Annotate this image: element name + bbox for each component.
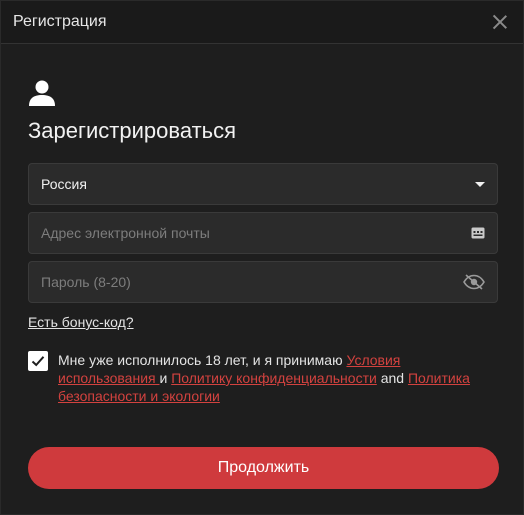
email-field-wrapper	[28, 212, 498, 254]
terms-text-part: and	[376, 370, 408, 386]
modal-header: Регистрация	[1, 1, 523, 44]
bonus-code-link[interactable]: Есть бонус-код?	[28, 314, 134, 330]
eye-off-icon[interactable]	[463, 274, 485, 290]
page-title: Зарегистрироваться	[28, 118, 237, 143]
check-icon	[31, 356, 45, 367]
close-icon[interactable]	[491, 13, 509, 31]
header-title: Регистрация	[13, 13, 107, 30]
password-field-wrapper	[28, 261, 498, 303]
keyboard-icon[interactable]	[471, 227, 485, 239]
terms-text-part: Мне уже исполнилось 18 лет, и я принимаю	[58, 352, 347, 368]
terms-text: Мне уже исполнилось 18 лет, и я принимаю…	[58, 351, 498, 405]
country-value: Россия	[41, 176, 87, 192]
terms-checkbox[interactable]	[28, 351, 48, 371]
privacy-policy-link[interactable]: Политику конфиденциальности	[171, 370, 377, 386]
registration-modal: Регистрация Зарегистрироваться Россия Ес…	[0, 0, 524, 515]
terms-text-part: и	[159, 370, 172, 386]
user-icon	[29, 80, 55, 106]
continue-button[interactable]: Продолжить	[28, 447, 499, 489]
chevron-down-icon	[475, 181, 485, 187]
email-field[interactable]	[41, 225, 471, 241]
password-field[interactable]	[41, 274, 463, 290]
country-select[interactable]: Россия	[28, 163, 498, 205]
